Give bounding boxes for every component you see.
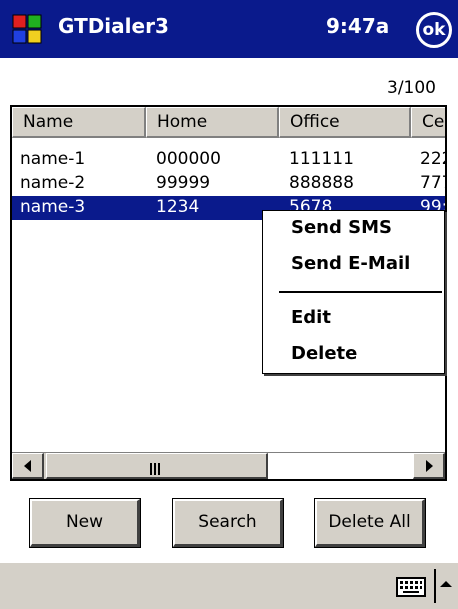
cell-name: name-2 [20,173,86,193]
new-button[interactable]: New [29,498,141,548]
title-bar: GTDialer3 9:47a ok [0,0,458,58]
cell-home: 1234 [156,197,200,217]
context-menu: Send SMS Send E-Mail Edit Delete [262,210,445,374]
menu-item-send-sms[interactable]: Send SMS [291,217,392,238]
column-header-office[interactable]: Office [279,107,411,138]
table-row[interactable]: name-1 000000 111111 222 [12,148,445,172]
cell-name: name-3 [20,197,86,217]
search-button[interactable]: Search [172,498,284,548]
menu-bar [0,562,458,609]
cell-office: 111111 [289,149,354,169]
arrow-left-icon [24,460,31,472]
menu-item-delete[interactable]: Delete [291,343,357,364]
cell-mobile: 777 [420,173,445,193]
delete-all-button[interactable]: Delete All [314,498,426,548]
record-counter: 3/100 [387,78,436,98]
horizontal-scrollbar[interactable] [12,452,445,479]
column-header-cell[interactable]: Cel [411,107,445,138]
chevron-up-icon [440,581,452,587]
app-title: GTDialer3 [58,14,169,38]
cell-home: 99999 [156,173,211,193]
cell-mobile: 222 [420,149,445,169]
scroll-track[interactable] [268,453,413,479]
ok-button[interactable]: ok [416,12,452,48]
menu-item-send-email[interactable]: Send E-Mail [291,253,410,274]
arrow-right-icon [426,460,433,472]
grip-icon [150,460,162,475]
column-header-row: Name Home Office Cel [12,107,445,138]
menu-separator [279,291,442,293]
clock[interactable]: 9:47a [326,14,389,38]
menu-item-edit[interactable]: Edit [291,307,331,328]
scroll-right-button[interactable] [413,453,445,479]
table-row[interactable]: name-2 99999 888888 777 [12,172,445,196]
scroll-left-button[interactable] [12,453,44,479]
column-header-home[interactable]: Home [146,107,279,138]
cell-home: 000000 [156,149,221,169]
column-header-name[interactable]: Name [12,107,146,138]
keyboard-icon[interactable] [396,577,426,597]
cell-name: name-1 [20,149,86,169]
cell-office: 888888 [289,173,354,193]
windows-start-flag-icon[interactable] [10,12,44,46]
scroll-thumb[interactable] [46,453,268,479]
sip-toggle-button[interactable] [434,569,456,603]
